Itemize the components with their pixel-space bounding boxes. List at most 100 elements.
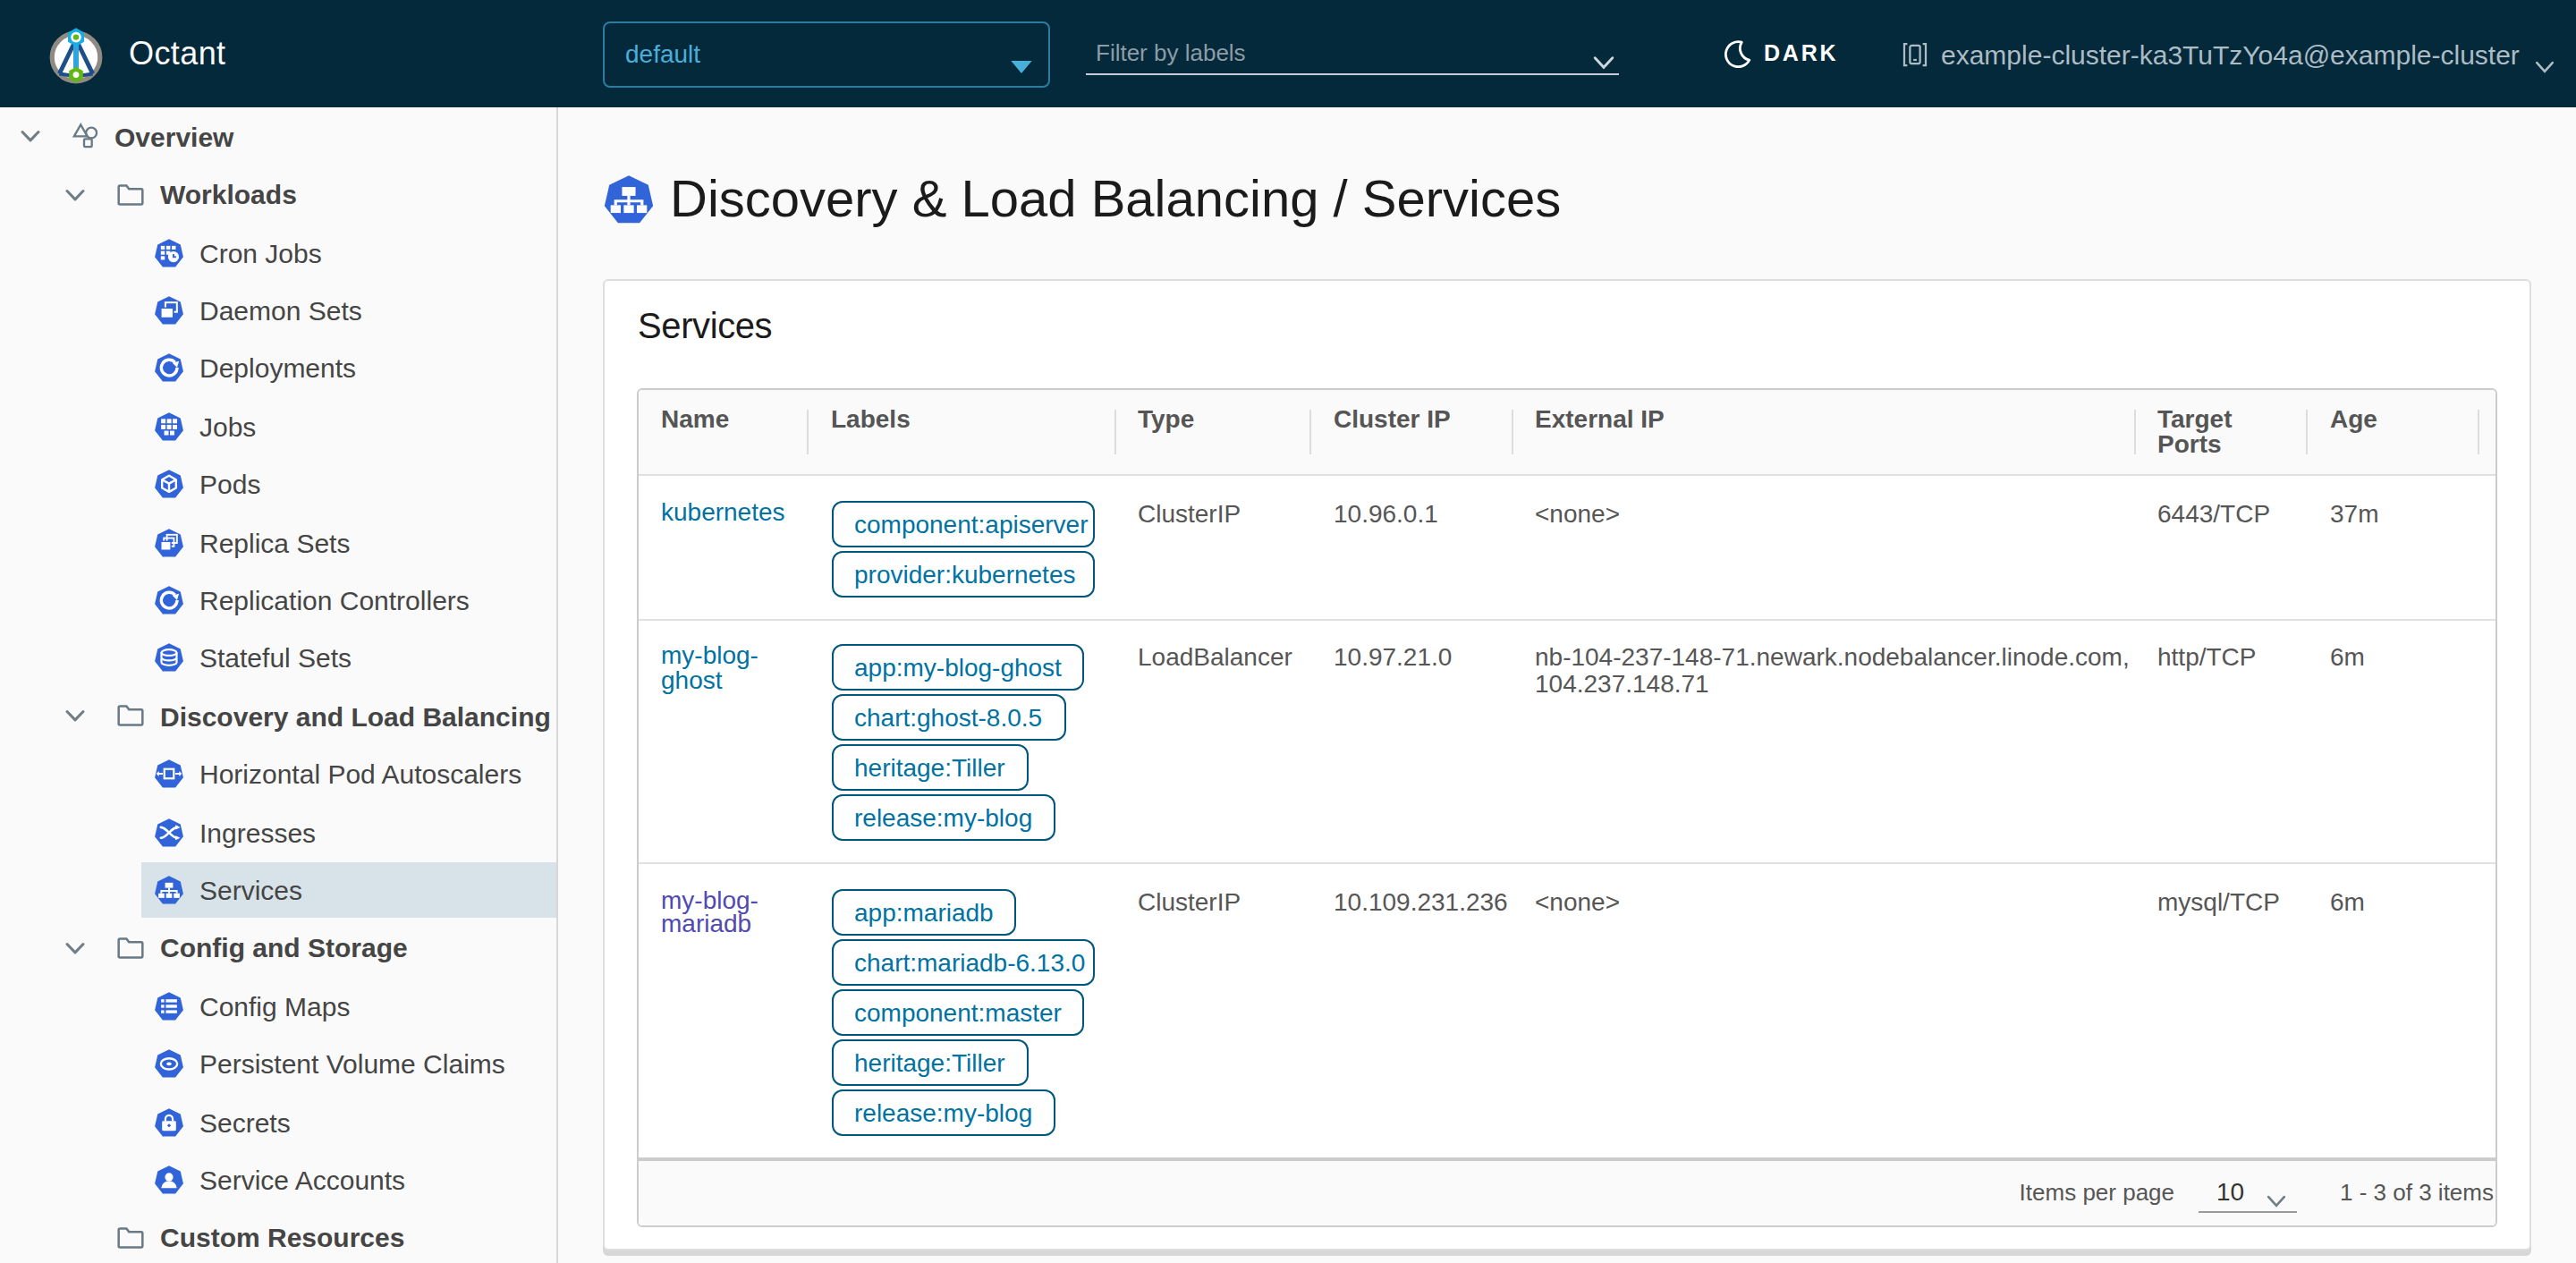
sidebar-item-config-maps[interactable]: Config Maps [0, 977, 556, 1035]
sidebar-item-label: Replication Controllers [199, 585, 470, 615]
chevron-down-icon [1592, 45, 1615, 59]
sidebar-item-replica-sets[interactable]: Replica Sets [0, 513, 556, 572]
label-pill[interactable]: component:master [831, 988, 1085, 1035]
label-pill[interactable]: app:my-blog-ghost [831, 644, 1085, 691]
column-header-target-ports[interactable]: Target Ports [2135, 389, 2308, 475]
sidebar-item-label: Jobs [199, 411, 256, 442]
column-header-age[interactable]: Age [2308, 389, 2479, 475]
sidebar-item-label: Config Maps [199, 990, 350, 1021]
sidebar-item-label: Service Accounts [199, 1165, 405, 1195]
sidebar-item-ingresses[interactable]: Ingresses [0, 803, 556, 861]
column-header-labels[interactable]: Labels [809, 389, 1115, 475]
filter-placeholder: Filter by labels [1096, 38, 1246, 65]
pod-icon [153, 469, 183, 499]
hpa-icon [153, 759, 183, 789]
sidebar-item-label: Custom Resources [160, 1223, 404, 1253]
sidebar-item-discovery-and-load-balancing[interactable]: Discovery and Load Balancing [0, 687, 556, 745]
sidebar-item-label: Config and Storage [160, 933, 408, 963]
label-pill[interactable]: app:mariadb [831, 888, 1017, 935]
age-cell: 37m [2308, 475, 2479, 619]
sidebar-item-horizontal-pod-autoscalers[interactable]: Horizontal Pod Autoscalers [0, 745, 556, 803]
label-pill[interactable]: heritage:Tiller [831, 744, 1029, 791]
job-icon [153, 411, 183, 442]
column-header-cluster-ip[interactable]: Cluster IP [1311, 389, 1513, 475]
column-header-label: Target Ports [2157, 404, 2233, 457]
sidebar-item-stateful-sets[interactable]: Stateful Sets [0, 629, 556, 687]
chevron-down-icon[interactable] [59, 932, 91, 964]
sidebar-item-replication-controllers[interactable]: Replication Controllers [0, 572, 556, 630]
sidebar-item-service-accounts[interactable]: Service Accounts [0, 1150, 556, 1208]
table-row-my-blog-mariadb: my-blog-mariadb app:mariadbchart:mariadb-… [639, 863, 2496, 1157]
cluster-name: example-cluster-ka3TuTzYo4a@example-clus… [1941, 38, 2520, 69]
cluster-selector[interactable]: example-cluster-ka3TuTzYo4a@example-clus… [1902, 0, 2555, 107]
secret-icon [153, 1106, 183, 1137]
sidebar-item-label: Replica Sets [199, 527, 350, 557]
chevron-down-icon [2536, 47, 2555, 60]
label-pill[interactable]: chart:mariadb-6.13.0 [831, 938, 1094, 985]
services-datagrid: NameLabels Type Cluster IP External IP Targe… [637, 387, 2496, 1226]
type-cell: LoadBalancer [1115, 619, 1311, 863]
pagination-range: 1 - 3 of 3 items [2340, 1179, 2494, 1206]
sidebar-item-secrets[interactable]: Secrets [0, 1093, 556, 1151]
column-header-label: Cluster IP [1334, 404, 1451, 433]
sidebar-item-jobs[interactable]: Jobs [0, 397, 556, 455]
services-table: NameLabels Type Cluster IP External IP Targe… [639, 389, 2496, 1157]
service-icon [603, 173, 655, 225]
service-link-my-blog-mariadb[interactable]: my-blog-mariadb [661, 885, 758, 938]
chevron-down-icon[interactable] [59, 700, 91, 733]
service-icon [153, 875, 183, 905]
table-header: NameLabels Type Cluster IP External IP Targe… [639, 389, 2496, 475]
dark-theme-toggle[interactable]: DARK [1723, 0, 1838, 107]
app-header: Octant default Filter by labels DARK exa… [0, 0, 2576, 107]
octant-logo-icon [47, 24, 106, 83]
label-pill[interactable]: release:my-blog [831, 794, 1055, 841]
spacer-cell [2479, 475, 2496, 619]
label-pill[interactable]: heritage:Tiller [831, 1038, 1029, 1085]
card-title: Services [638, 303, 2529, 346]
sidebar-item-label: Secrets [199, 1106, 291, 1137]
label-pill[interactable]: component:apiserver [831, 500, 1094, 547]
pvc-icon [153, 1048, 183, 1079]
table-header-row: NameLabels Type Cluster IP External IP Targe… [639, 389, 2496, 475]
deployment-icon [153, 353, 183, 384]
chevron-down-icon[interactable] [59, 179, 91, 211]
sidebar-item-overview[interactable]: Overview [0, 107, 556, 165]
folder-icon [114, 932, 147, 964]
target-ports-cell: 6443/TCP [2135, 475, 2308, 619]
sidebar-item-deployments[interactable]: Deployments [0, 340, 556, 398]
column-header-label: Age [2330, 404, 2377, 433]
sidebar-item-workloads[interactable]: Workloads [0, 165, 556, 224]
sidebar-item-cron-jobs[interactable]: Cron Jobs [0, 224, 556, 282]
dark-toggle-label: DARK [1764, 41, 1838, 66]
caret-down-icon [1010, 47, 1031, 60]
table-row-my-blog-ghost: my-blog-ghost app:my-blog-ghostchart:ghos… [639, 619, 2496, 863]
namespace-select[interactable]: default [602, 21, 1049, 87]
chevron-down-icon[interactable] [14, 121, 47, 153]
service-link-kubernetes[interactable]: kubernetes [661, 496, 785, 525]
filter-labels-input[interactable]: Filter by labels [1085, 30, 1619, 75]
external-ip-part: nb-104-237-148-71.newark.nodebalancer.li… [1535, 642, 2130, 671]
sidebar-item-custom-resources[interactable]: Custom Resources [0, 1208, 556, 1263]
label-pill[interactable]: provider:kubernetes [831, 550, 1094, 597]
folder-icon [114, 700, 147, 733]
service-link-my-blog-ghost[interactable]: my-blog-ghost [661, 640, 758, 694]
label-pill[interactable]: release:my-blog [831, 1089, 1055, 1135]
items-per-page-label: Items per page [2020, 1179, 2174, 1206]
external-ip-cell: <none> [1513, 863, 2135, 1157]
sidebar-item-services[interactable]: Services [0, 861, 556, 920]
overview-icon [70, 121, 102, 153]
column-header-external-ip[interactable]: External IP [1513, 389, 2135, 475]
page-size-select[interactable]: 10 [2199, 1173, 2297, 1212]
column-header-name[interactable]: Name [639, 389, 809, 475]
sidebar-item-config-and-storage[interactable]: Config and Storage [0, 919, 556, 977]
column-header-spacer [2479, 389, 2496, 475]
statefulset-icon [153, 643, 183, 674]
label-pill[interactable]: chart:ghost-8.0.5 [831, 694, 1065, 741]
column-header-type[interactable]: Type [1115, 389, 1311, 475]
column-header-label: Type [1138, 404, 1194, 433]
cluster-ip-cell: 10.97.21.0 [1311, 619, 1513, 863]
services-card: Services NameLabels Type Cluster IP Externa… [602, 278, 2530, 1250]
sidebar-item-daemon-sets[interactable]: Daemon Sets [0, 282, 556, 340]
sidebar-item-persistent-volume-claims[interactable]: Persistent Volume Claims [0, 1035, 556, 1093]
sidebar-item-pods[interactable]: Pods [0, 455, 556, 513]
